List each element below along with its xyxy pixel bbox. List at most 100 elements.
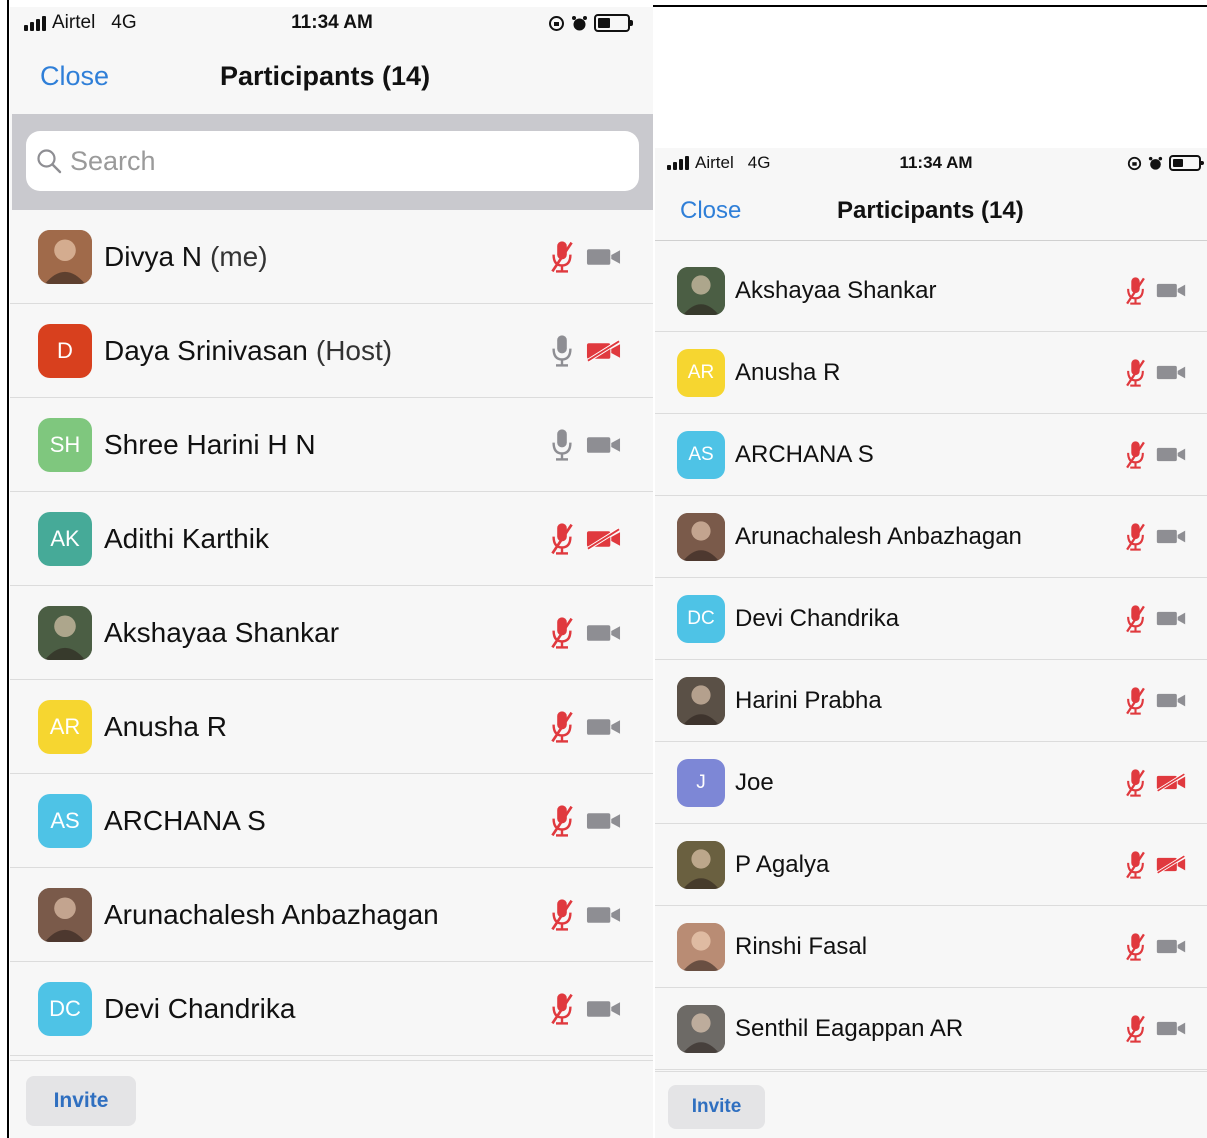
search-input[interactable] bbox=[68, 144, 552, 178]
participant-row[interactable]: Akshayaa Shankar bbox=[10, 586, 653, 680]
participant-row[interactable]: DC Devi Chandrika bbox=[10, 962, 653, 1056]
participant-name-text: Akshayaa Shankar bbox=[735, 276, 937, 304]
participant-status-icons bbox=[550, 992, 621, 1026]
video-icon bbox=[1156, 363, 1186, 382]
participant-name: Adithi Karthik bbox=[104, 523, 269, 555]
carrier-info: Airtel 4G bbox=[667, 153, 770, 173]
status-bar: Airtel 4G 11:34 AM bbox=[655, 148, 1207, 178]
participant-row[interactable]: Senthil Eagappan AR bbox=[655, 988, 1207, 1070]
participant-name-text: Shree Harini H N bbox=[104, 428, 316, 460]
participant-name: ARCHANA S bbox=[104, 805, 266, 837]
participant-name-text: Daya Srinivasan bbox=[104, 334, 308, 366]
participant-row[interactable]: Arunachalesh Anbazhagan bbox=[655, 496, 1207, 578]
network-type: 4G bbox=[747, 153, 771, 172]
invite-button[interactable]: Invite bbox=[668, 1085, 765, 1129]
participant-photo-avatar bbox=[38, 229, 92, 284]
participant-photo-avatar bbox=[677, 266, 725, 315]
participant-name: Devi Chandrika bbox=[104, 993, 295, 1025]
video-icon bbox=[586, 998, 621, 1020]
participant-status-icons bbox=[1125, 276, 1186, 306]
mic-muted-icon bbox=[1125, 768, 1146, 798]
participant-name: Anusha R bbox=[735, 359, 840, 387]
participant-name-text: Rinshi Fasal bbox=[735, 932, 868, 960]
participant-row[interactable]: P Agalya bbox=[655, 824, 1207, 906]
participant-initials-avatar: AK bbox=[38, 511, 92, 566]
video-icon bbox=[1156, 281, 1186, 300]
carrier-name: Airtel bbox=[52, 12, 96, 33]
mic-muted-icon bbox=[1125, 358, 1146, 388]
status-bar: Airtel 4G 11:34 AM bbox=[10, 7, 653, 39]
video-icon bbox=[586, 904, 621, 926]
invite-button[interactable]: Invite bbox=[26, 1076, 136, 1126]
participant-photo-avatar bbox=[677, 922, 725, 971]
participant-status-icons bbox=[1125, 440, 1186, 470]
mic-muted-icon bbox=[1125, 1014, 1146, 1044]
page-title: Participants (14) bbox=[837, 197, 1024, 224]
video-icon bbox=[1156, 1019, 1186, 1038]
mic-muted-icon bbox=[550, 522, 574, 556]
status-time: 11:34 AM bbox=[899, 153, 973, 172]
participant-name-text: Akshayaa Shankar bbox=[104, 616, 340, 648]
participant-status-icons bbox=[1125, 1014, 1186, 1044]
participant-status-icons bbox=[550, 710, 621, 744]
search-bar bbox=[12, 114, 653, 210]
participant-row[interactable]: AR Anusha R bbox=[10, 680, 653, 774]
video-off-icon bbox=[1156, 855, 1186, 874]
participant-initials-avatar: DC bbox=[677, 594, 725, 643]
participant-row[interactable]: Akshayaa Shankar bbox=[655, 250, 1207, 332]
participant-row[interactable]: AR Anusha R bbox=[655, 332, 1207, 414]
participant-row[interactable]: SH Shree Harini H N bbox=[10, 398, 653, 492]
video-icon bbox=[1156, 691, 1186, 710]
battery-icon bbox=[1169, 155, 1204, 171]
participant-name: Akshayaa Shankar bbox=[735, 277, 936, 305]
participant-role: (me) bbox=[210, 240, 268, 272]
participant-row[interactable]: Arunachalesh Anbazhagan bbox=[10, 868, 653, 962]
participant-name: Joe bbox=[735, 769, 774, 797]
video-icon bbox=[586, 434, 621, 456]
mic-muted-icon bbox=[1125, 604, 1146, 634]
participant-row[interactable]: Harini Prabha bbox=[655, 660, 1207, 742]
participant-status-icons bbox=[550, 616, 621, 650]
participant-status-icons bbox=[1125, 768, 1186, 798]
mic-muted-icon bbox=[550, 992, 574, 1026]
left-frame-border bbox=[7, 0, 9, 1138]
close-button[interactable]: Close bbox=[680, 197, 741, 225]
participant-row[interactable]: AS ARCHANA S bbox=[10, 774, 653, 868]
participant-photo-avatar bbox=[677, 676, 725, 725]
participant-name-text: Joe bbox=[735, 768, 774, 796]
participant-name: Devi Chandrika bbox=[735, 605, 899, 633]
signal-icon bbox=[667, 156, 689, 170]
participant-photo-avatar bbox=[677, 840, 725, 889]
participant-photo-avatar bbox=[677, 512, 725, 561]
participant-photo-avatar bbox=[38, 887, 92, 942]
right-phone-screen: Airtel 4G 11:34 AM Close Participants (1… bbox=[655, 148, 1207, 1138]
participant-row[interactable]: Rinshi Fasal bbox=[655, 906, 1207, 988]
participant-initials-avatar: AS bbox=[38, 793, 92, 848]
carrier-name: Airtel bbox=[695, 153, 734, 172]
participant-name-text: ARCHANA S bbox=[104, 804, 266, 836]
video-icon bbox=[1156, 527, 1186, 546]
participant-initials-avatar: D bbox=[38, 323, 92, 378]
participant-role: (Host) bbox=[315, 334, 393, 366]
status-time: 11:34 AM bbox=[291, 12, 373, 33]
participant-name: ARCHANA S bbox=[735, 441, 874, 469]
participant-row[interactable]: AK Adithi Karthik bbox=[10, 492, 653, 586]
participant-initials-avatar: AR bbox=[38, 699, 92, 754]
participant-row[interactable]: J Joe bbox=[655, 742, 1207, 824]
participant-row[interactable]: D Daya Srinivasan (Host) bbox=[10, 304, 653, 398]
page-title: Participants (14) bbox=[220, 60, 431, 91]
close-button[interactable]: Close bbox=[40, 61, 109, 92]
participant-name: Anusha R bbox=[104, 711, 227, 743]
video-icon bbox=[586, 716, 621, 738]
participant-status-icons bbox=[550, 334, 621, 368]
participant-status-icons bbox=[550, 428, 621, 462]
search-box[interactable] bbox=[26, 131, 639, 191]
participant-row[interactable]: DC Devi Chandrika bbox=[655, 578, 1207, 660]
video-off-icon bbox=[586, 339, 621, 362]
participant-name-text: Devi Chandrika bbox=[735, 604, 900, 632]
participant-name: Rinshi Fasal bbox=[735, 933, 867, 961]
participant-row[interactable]: Divya N (me) bbox=[10, 210, 653, 304]
participant-row[interactable]: AS ARCHANA S bbox=[655, 414, 1207, 496]
participant-name: P Agalya bbox=[735, 851, 829, 879]
footer: Invite bbox=[10, 1060, 653, 1138]
